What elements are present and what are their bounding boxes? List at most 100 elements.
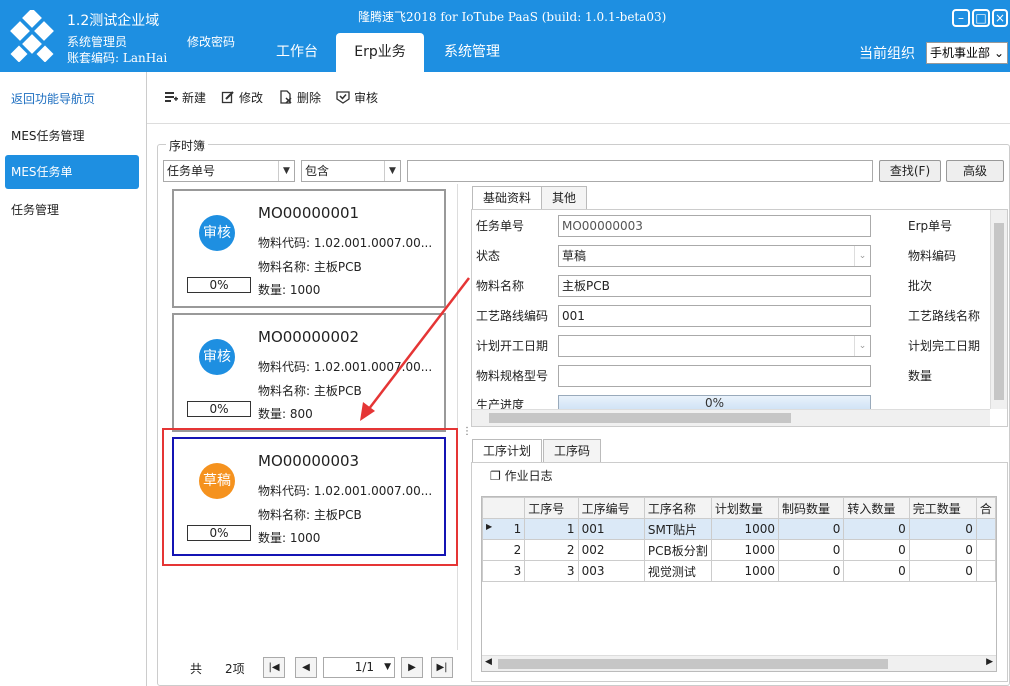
last-page-icon[interactable]: ▶| [431,657,453,678]
cell-in: 0 [843,539,910,561]
cell-done: 0 [908,539,977,561]
progress-value: 0% [704,396,725,410]
scroll-right-icon[interactable]: ▶ [986,657,993,667]
audit-button[interactable]: 审核 [336,89,378,107]
tab-workbench[interactable]: 工作台 [262,33,332,72]
filter-operator-select[interactable]: 包含 ▼ [301,160,401,182]
cell-name: 视觉测试 [643,560,712,582]
first-page-icon[interactable]: |◀ [263,657,285,678]
cell-seq: 3 [524,560,579,582]
sidebar-item-mes-task-mgmt[interactable]: MES任务管理 [5,119,139,153]
progress-box: 0% [187,277,251,293]
column-header[interactable]: 完工数量 [908,497,977,519]
column-header[interactable]: 计划数量 [710,497,780,519]
column-header[interactable]: 合 [975,497,997,519]
vertical-scrollbar[interactable] [990,210,1007,409]
new-label: 新建 [182,91,207,105]
qty-label: 数量 [908,369,933,383]
tab-erp[interactable]: Erp业务 [336,33,424,72]
column-header[interactable]: 工序号 [524,497,579,519]
tab-basic-info[interactable]: 基础资料 [472,186,543,210]
column-header[interactable]: 制码数量 [778,497,845,519]
column-header[interactable]: 转入数量 [843,497,910,519]
filter-value-input[interactable] [407,160,873,182]
process-grid: 工序号 工序编号 工序名称 计划数量 制码数量 转入数量 完工数量 合 ▶ 1 1… [481,496,997,672]
material-code: 物料代码: 1.02.001.0007.00... [258,236,433,250]
delete-icon [280,90,292,104]
table-row[interactable]: 2 2 002 PCB板分割 1000 0 0 0 [481,539,997,561]
tab-process-code[interactable]: 工序码 [543,439,602,463]
route-code-field[interactable]: 001 [558,305,871,327]
cell-extra [975,539,997,561]
cell-plan: 1000 [710,560,780,582]
spec-field[interactable] [558,365,871,387]
cell-name: PCB板分割 [643,539,712,561]
status-label: 状态 [476,249,501,263]
page-select[interactable]: 1/1 ▼ [323,657,395,678]
status-badge: 审核 [199,339,235,375]
tab-other[interactable]: 其他 [541,186,588,210]
material-name-label: 物料名称 [476,279,525,293]
filter-field-select[interactable]: 任务单号 ▼ [163,160,295,182]
tab-process-plan[interactable]: 工序计划 [472,439,543,463]
table-row[interactable]: ▶ 1 1 001 SMT贴片 1000 0 0 0 [481,518,997,540]
next-page-icon[interactable]: ▶ [401,657,423,678]
sidebar-item-mes-task-order[interactable]: MES任务单 [5,155,139,189]
spec-label: 物料规格型号 [476,369,549,383]
grid-horizontal-scrollbar[interactable]: ◀ ▶ [482,655,996,671]
status-field[interactable]: 草稿 ⌄ [558,245,871,267]
scrollbar-thumb[interactable] [489,413,791,423]
scrollbar-thumb[interactable] [994,223,1004,400]
cell-plan: 1000 [710,539,780,561]
plan-start-field[interactable]: ⌄ [558,335,871,357]
material-code-label: 物料编码 [908,249,957,263]
splitter-handle[interactable]: ⋮ [462,426,472,437]
work-log-button[interactable]: ❐ 作业日志 [490,467,553,484]
close-icon[interactable]: × [992,9,1008,27]
org-name: 1.2测试企业域 [67,13,160,29]
erp-no-label: Erp单号 [908,219,953,233]
scroll-left-icon[interactable]: ◀ [485,657,492,667]
change-password-link[interactable]: 修改密码 [187,33,235,50]
filter-field-value: 任务单号 [167,164,216,178]
app-logo-icon [10,10,54,62]
pager: 共 2项 |◀ ◀ 1/1 ▼ ▶ ▶| [157,652,459,682]
cell-made: 0 [778,539,845,561]
toolbar: 新建 修改 删除 审核 [147,72,1010,124]
task-qty: 数量: 800 [258,407,313,421]
annotation-arrow-icon [360,277,470,421]
org-select[interactable]: 手机事业部 ⌄ [926,42,1008,64]
cell-extra [975,518,997,540]
delete-label: 删除 [297,91,322,105]
table-row[interactable]: 3 3 003 视觉测试 1000 0 0 0 [481,560,997,582]
task-qty: 数量: 1000 [258,283,321,297]
new-icon [165,92,178,102]
route-code-label: 工艺路线编码 [476,309,549,323]
cell-seq: 2 [524,539,579,561]
advanced-button[interactable]: 高级 [946,160,1004,182]
cell-plan: 1000 [710,518,780,540]
prev-page-icon[interactable]: ◀ [295,657,317,678]
search-button[interactable]: 查找(F) [879,160,941,182]
row-index: 3 [481,560,526,582]
chevron-down-icon: ⌄ [854,246,870,266]
task-no-field[interactable]: MO00000003 [558,215,871,237]
chevron-down-icon: ▼ [384,662,391,672]
sidebar-item-back[interactable]: 返回功能导航页 [5,82,139,116]
column-header[interactable]: 工序名称 [643,497,712,519]
cell-in: 0 [843,560,910,582]
maximize-icon[interactable]: □ [972,9,990,27]
horizontal-scrollbar[interactable] [472,409,990,426]
edit-button[interactable]: 修改 [221,89,263,107]
material-name-field[interactable]: 主板PCB [558,275,871,297]
tab-system-admin[interactable]: 系统管理 [432,33,512,72]
sidebar-item-task-mgmt[interactable]: 任务管理 [5,193,139,227]
scrollbar-thumb[interactable] [498,659,888,669]
cell-done: 0 [908,560,977,582]
new-button[interactable]: 新建 [164,89,206,107]
minimize-icon[interactable]: – [952,9,970,27]
chevron-down-icon: ⌄ [854,336,870,356]
column-header[interactable]: 工序编号 [577,497,645,519]
delete-button[interactable]: 删除 [279,89,321,107]
task-no-label: 任务单号 [476,219,525,233]
